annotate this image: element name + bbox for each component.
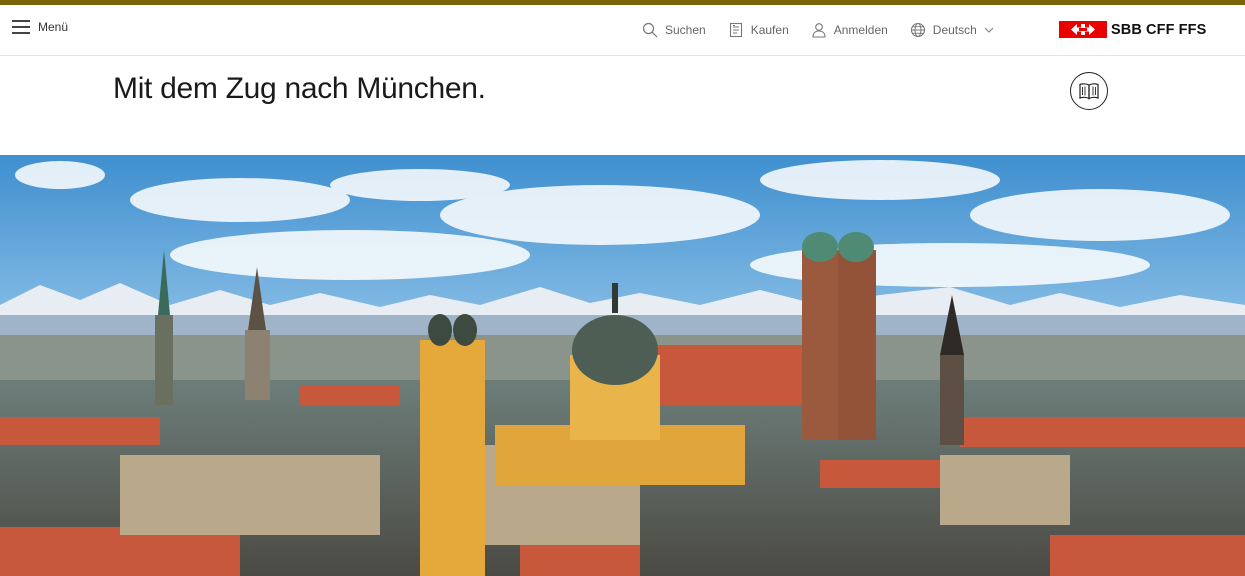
search-button[interactable]: Suchen xyxy=(642,22,706,38)
language-label: Deutsch xyxy=(932,23,977,37)
book-icon xyxy=(1079,83,1099,100)
language-selector[interactable]: Deutsch xyxy=(910,22,994,38)
hero-image-munich xyxy=(0,155,1245,576)
login-label: Anmelden xyxy=(833,23,888,37)
chevron-down-icon xyxy=(984,27,994,33)
ticket-icon xyxy=(729,22,742,38)
menu-button[interactable]: Menü xyxy=(12,20,68,34)
globe-icon xyxy=(910,22,925,38)
buy-button[interactable]: Kaufen xyxy=(728,22,789,38)
sbb-flag-icon xyxy=(1059,21,1107,38)
menu-label: Menü xyxy=(38,20,69,34)
user-icon xyxy=(812,23,826,38)
meta-navigation: Suchen Kaufen Anmelden Deutsch xyxy=(642,22,994,38)
page-title: Mit dem Zug nach München. xyxy=(113,72,486,105)
search-label: Suchen xyxy=(665,23,706,37)
site-header: Menü Suchen Kaufen Anmelden Deutsch SBB … xyxy=(0,5,1245,56)
brochure-button[interactable] xyxy=(1070,72,1108,110)
munich-skyline-illustration xyxy=(0,155,1245,576)
login-button[interactable]: Anmelden xyxy=(811,22,888,38)
buy-label: Kaufen xyxy=(750,23,789,37)
search-icon xyxy=(642,22,658,38)
logo-text: SBB CFF FFS xyxy=(1111,21,1207,38)
hamburger-icon xyxy=(12,20,30,34)
sbb-logo[interactable]: SBB CFF FFS xyxy=(1059,21,1206,38)
